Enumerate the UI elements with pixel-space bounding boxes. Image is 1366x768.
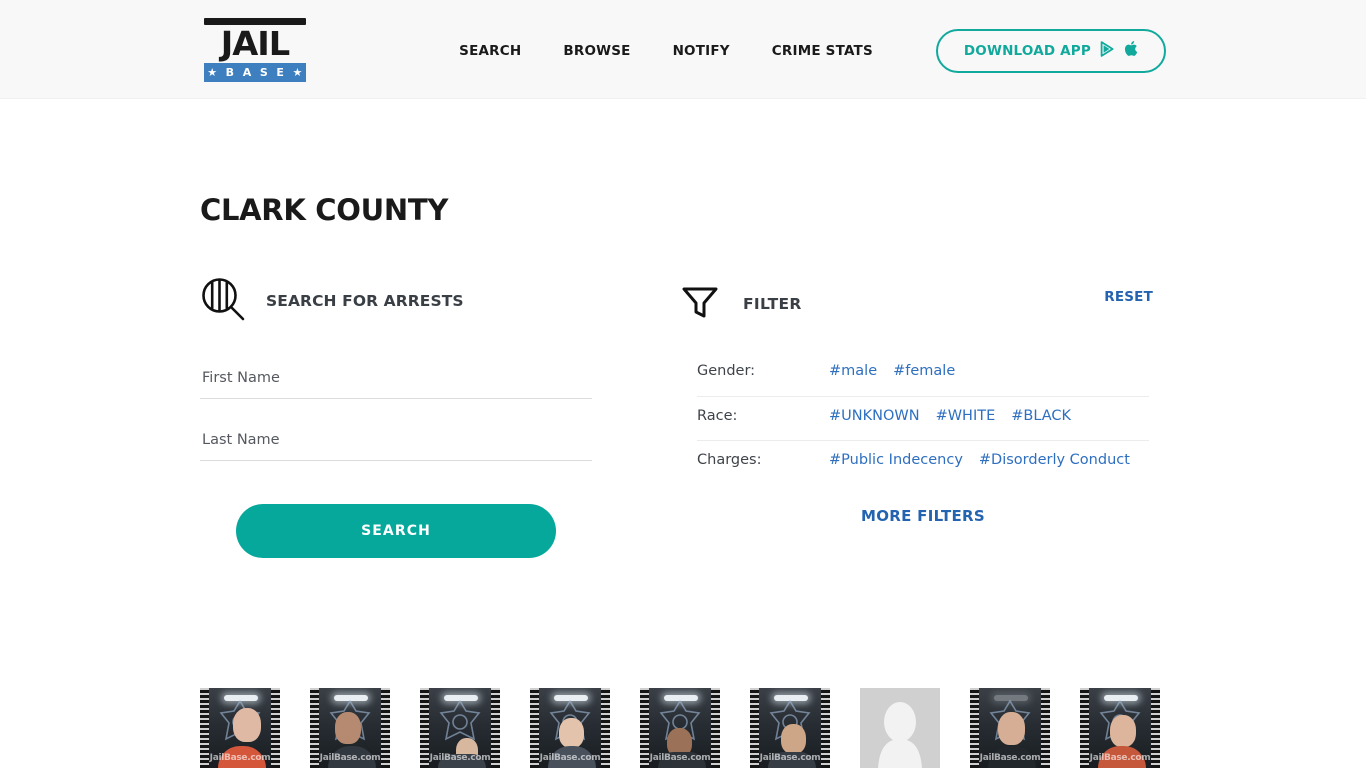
apple-icon bbox=[1124, 40, 1138, 62]
thumbnail-watermark: JailBase.com bbox=[759, 753, 821, 763]
search-button[interactable]: SEARCH bbox=[236, 504, 556, 558]
last-name-field-wrap bbox=[200, 419, 592, 461]
mugshot-image: JailBase.com bbox=[1080, 688, 1160, 768]
nav-item-notify[interactable]: NOTIFY bbox=[652, 43, 751, 59]
mugshot-image: JailBase.com bbox=[310, 688, 390, 768]
mugshot-thumbnail-2[interactable]: JailBase.com bbox=[310, 688, 390, 768]
mugshot-image: JailBase.com bbox=[970, 688, 1050, 768]
main-nav: SEARCH BROWSE NOTIFY CRIME STATS DOWNLOA… bbox=[438, 29, 1166, 73]
nav-item-browse[interactable]: BROWSE bbox=[542, 43, 651, 59]
mugshot-image: JailBase.com bbox=[750, 688, 830, 768]
last-name-input[interactable] bbox=[200, 419, 592, 460]
filter-tag-male[interactable]: #male bbox=[829, 363, 877, 379]
filter-panel-title: FILTER bbox=[743, 295, 802, 313]
recent-arrests-thumbnails: JailBase.com JailBase.com JailBase.com J… bbox=[200, 688, 1166, 768]
first-name-input[interactable] bbox=[200, 357, 592, 398]
search-panel: SEARCH FOR ARRESTS SEARCH bbox=[200, 277, 592, 558]
reset-filters-link[interactable]: RESET bbox=[1104, 289, 1153, 305]
content-container: CLARK COUNTY SEARCH FOR ARRESTS First Na… bbox=[200, 99, 1166, 768]
filter-tag-white[interactable]: #WHITE bbox=[936, 408, 996, 424]
thumbnail-watermark: JailBase.com bbox=[429, 753, 491, 763]
mugshot-thumbnail-9[interactable]: JailBase.com bbox=[1080, 688, 1160, 768]
logo-jail-text: JAIL bbox=[220, 24, 290, 63]
thumbnail-watermark: JailBase.com bbox=[209, 753, 271, 763]
first-name-field-wrap bbox=[200, 357, 592, 399]
thumbnail-watermark: JailBase.com bbox=[979, 753, 1041, 763]
mugshot-image: JailBase.com bbox=[640, 688, 720, 768]
page-body: CLARK COUNTY SEARCH FOR ARRESTS First Na… bbox=[0, 99, 1366, 768]
filter-label-race: Race: bbox=[697, 408, 738, 424]
thumbnail-watermark: JailBase.com bbox=[1089, 753, 1151, 763]
filter-tags-gender: #male #female bbox=[829, 363, 955, 379]
thumbnail-watermark: JailBase.com bbox=[649, 753, 711, 763]
mugshot-image: JailBase.com bbox=[420, 688, 500, 768]
thumbnail-watermark: JailBase.com bbox=[539, 753, 601, 763]
filter-tag-female[interactable]: #female bbox=[893, 363, 955, 379]
filter-row-race: Race: #UNKNOWN #WHITE #BLACK bbox=[697, 396, 1149, 440]
filter-panel: FILTER RESET Gender: #male #female Race:… bbox=[680, 277, 1166, 525]
more-filters-link[interactable]: MORE FILTERS bbox=[680, 507, 1166, 525]
header-inner: JAIL ★ B A S E ★ SEARCH BROWSE NOTIFY CR… bbox=[200, 0, 1166, 99]
download-app-button[interactable]: DOWNLOAD APP bbox=[935, 29, 1166, 73]
site-header: JAIL ★ B A S E ★ SEARCH BROWSE NOTIFY CR… bbox=[0, 0, 1366, 99]
filter-tag-disorderly-conduct[interactable]: #Disorderly Conduct bbox=[979, 452, 1130, 468]
mugshot-thumbnail-8[interactable]: JailBase.com bbox=[970, 688, 1050, 768]
download-app-label: DOWNLOAD APP bbox=[963, 43, 1091, 59]
filter-row-gender: Gender: #male #female bbox=[697, 352, 1149, 396]
filter-tag-black[interactable]: #BLACK bbox=[1011, 408, 1071, 424]
funnel-icon bbox=[680, 282, 720, 327]
filter-panel-header: FILTER RESET bbox=[680, 277, 1166, 331]
mugshot-thumbnail-1[interactable]: JailBase.com bbox=[200, 688, 280, 768]
mugshot-thumbnail-placeholder[interactable] bbox=[860, 688, 940, 768]
logo-base-text: ★ B A S E ★ bbox=[204, 63, 306, 82]
mugshot-image: JailBase.com bbox=[200, 688, 280, 768]
mugshot-thumbnail-6[interactable]: JailBase.com bbox=[750, 688, 830, 768]
magnifier-jailbars-icon bbox=[200, 276, 246, 327]
badge-watermark-icon bbox=[437, 699, 483, 745]
filter-row-charges: Charges: #Public Indecency #Disorderly C… bbox=[697, 440, 1149, 484]
mugshot-image: JailBase.com bbox=[530, 688, 610, 768]
mugshot-thumbnail-5[interactable]: JailBase.com bbox=[640, 688, 720, 768]
filter-tags-charges: #Public Indecency #Disorderly Conduct bbox=[829, 452, 1130, 468]
nav-item-search[interactable]: SEARCH bbox=[438, 43, 542, 59]
filter-label-gender: Gender: bbox=[697, 363, 756, 379]
avatar-placeholder-image bbox=[860, 688, 940, 768]
page-title: CLARK COUNTY bbox=[200, 193, 449, 227]
mugshot-thumbnail-3[interactable]: JailBase.com bbox=[420, 688, 500, 768]
search-panel-header: SEARCH FOR ARRESTS bbox=[200, 277, 592, 325]
thumbnail-watermark: JailBase.com bbox=[319, 753, 381, 763]
mugshot-thumbnail-4[interactable]: JailBase.com bbox=[530, 688, 610, 768]
filter-rows: Gender: #male #female Race: #UNKNOWN #WH… bbox=[680, 352, 1166, 484]
filter-tag-unknown[interactable]: #UNKNOWN bbox=[829, 408, 920, 424]
jailbase-logo[interactable]: JAIL ★ B A S E ★ bbox=[204, 18, 306, 82]
search-panel-title: SEARCH FOR ARRESTS bbox=[266, 292, 464, 310]
filter-tag-public-indecency[interactable]: #Public Indecency bbox=[829, 452, 963, 468]
nav-item-crime-stats[interactable]: CRIME STATS bbox=[751, 43, 894, 59]
person-silhouette-icon bbox=[871, 701, 929, 768]
google-play-icon bbox=[1100, 40, 1115, 62]
filter-label-charges: Charges: bbox=[697, 452, 762, 468]
filter-tags-race: #UNKNOWN #WHITE #BLACK bbox=[829, 408, 1071, 424]
